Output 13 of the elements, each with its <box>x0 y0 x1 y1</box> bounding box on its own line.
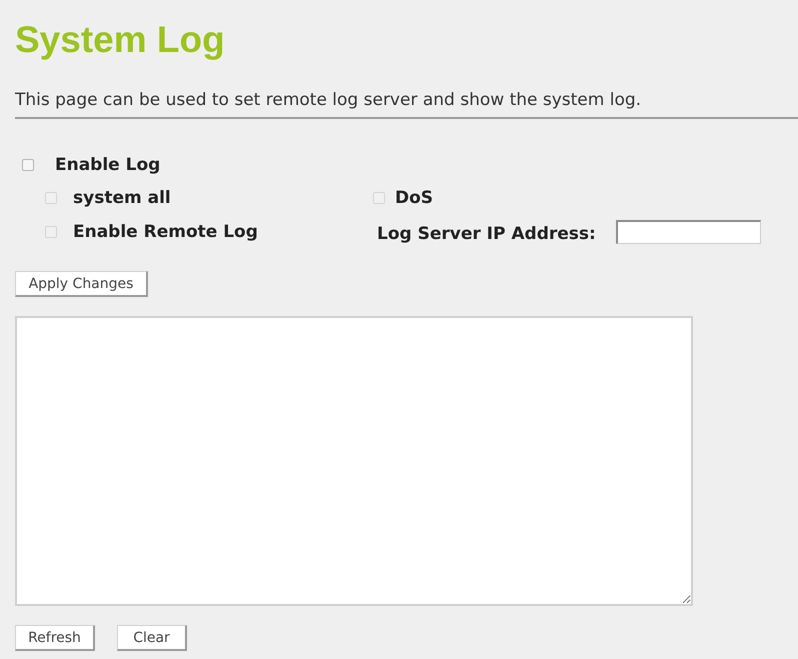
page-title: System Log <box>15 18 226 62</box>
checkbox-label: Enable Log <box>55 155 160 175</box>
refresh-button[interactable]: Refresh <box>15 625 95 651</box>
checkbox-label: system all <box>73 188 171 208</box>
checkbox-label: DoS <box>395 188 434 208</box>
checkbox-label: Enable Remote Log <box>73 222 258 242</box>
log-text-area[interactable] <box>15 316 693 606</box>
apply-changes-button[interactable]: Apply Changes <box>15 271 148 297</box>
clear-button[interactable]: Clear <box>117 625 187 651</box>
page-description: This page can be used to set remote log server and show the system log. <box>15 90 642 110</box>
checkbox[interactable] <box>22 159 34 171</box>
log-server-ip-field[interactable] <box>616 220 761 244</box>
log-server-ip-label: Log Server IP Address: <box>377 224 596 244</box>
